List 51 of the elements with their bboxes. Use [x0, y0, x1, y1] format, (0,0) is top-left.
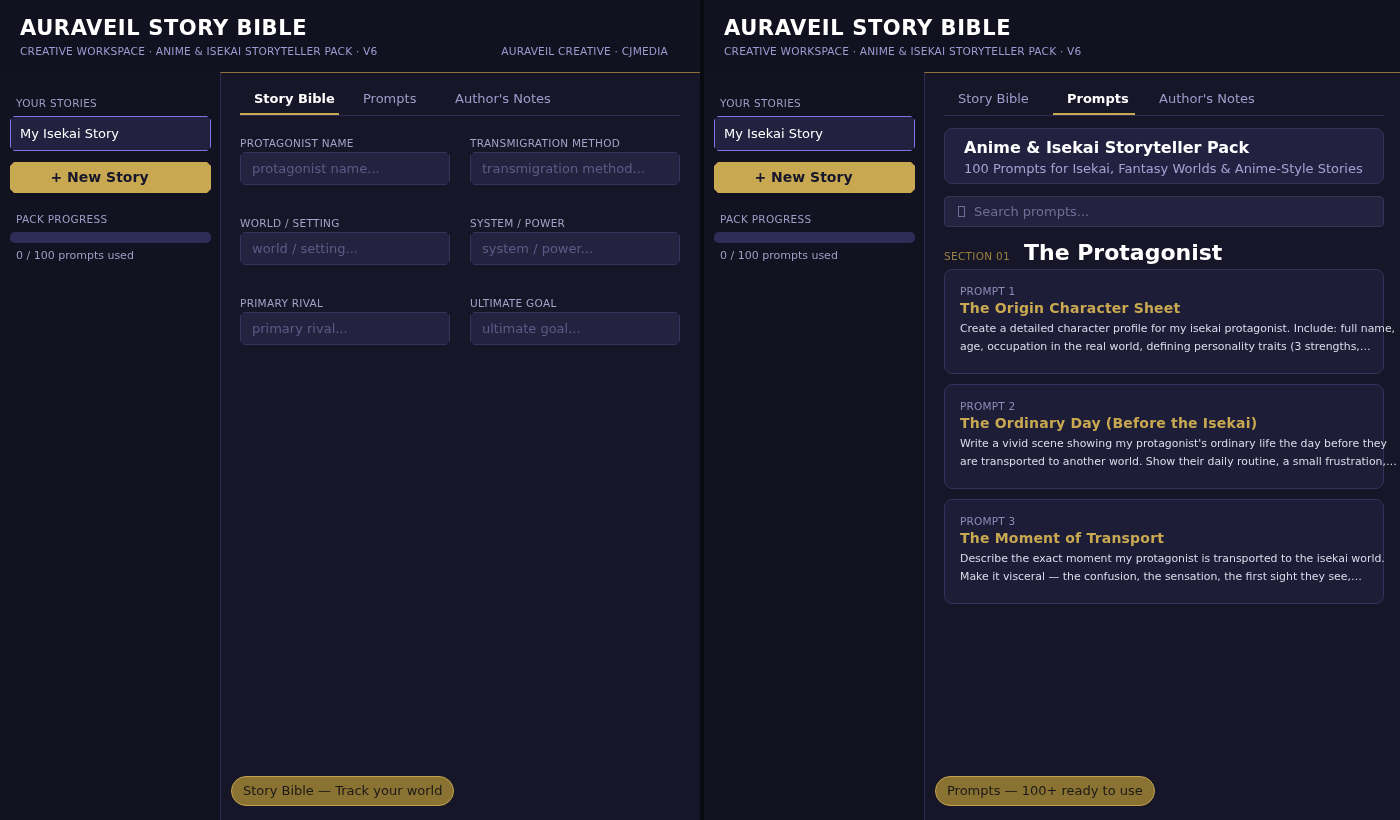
field-label: ULTIMATE GOAL — [470, 297, 558, 309]
text-input[interactable]: primary rival... — [240, 312, 450, 345]
new-story-button[interactable]: + New Story — [714, 162, 915, 193]
story-item[interactable]: My Isekai Story — [10, 116, 211, 151]
field-label: PROTAGONIST NAME — [240, 137, 355, 149]
tab[interactable]: Author's Notes — [1145, 86, 1269, 115]
prompt-text: Create a detailed character profile for my isekai protagonist. Include: full name, age, occupation in the real world, defining personality traits (3 strengths,… — [960, 321, 1397, 355]
text-input[interactable]: transmigration method... — [470, 152, 680, 185]
credit-text: AURAVEIL CREATIVE · CJMEDIA — [501, 45, 668, 58]
caption-badge: Story Bible — Track your world — [231, 776, 455, 806]
text-input[interactable]: world / setting... — [240, 232, 450, 265]
section-label: PACK PROGRESS — [15, 213, 109, 225]
tab[interactable]: Story Bible — [944, 86, 1043, 115]
section-number: SECTION 01 — [944, 249, 1010, 264]
prompt-title: The Ordinary Day (Before the Isekai) — [960, 414, 1259, 433]
text-input[interactable]: system / power... — [470, 232, 680, 265]
field-label: TRANSMIGRATION METHOD — [470, 137, 622, 149]
box-glyph-icon — [958, 206, 965, 217]
section-label: PACK PROGRESS — [719, 213, 813, 225]
app-title: AURAVEIL STORY BIBLE — [20, 15, 309, 41]
caption-badge: Prompts — 100+ ready to use — [935, 776, 1155, 806]
tab[interactable]: Author's Notes — [441, 86, 565, 115]
prompt-text: Write a vivid scene showing my protagonist's ordinary life the day before they are transported to another world. Show their daily routine, a small frustration,… — [960, 436, 1398, 470]
progress-text: 0 / 100 prompts used — [719, 249, 839, 263]
progress-text: 0 / 100 prompts used — [15, 249, 135, 263]
app-subtitle: CREATIVE WORKSPACE · ANIME & ISEKAI STORYTELLER PACK · V6 — [20, 45, 378, 58]
prompt-text: Describe the exact moment my protagonist is transported to the isekai world. Make it visceral — the confusion, the sensation, the first sight they see,… — [960, 551, 1386, 585]
prompt-number: PROMPT 1 — [960, 284, 1017, 298]
tab[interactable]: Prompts — [1053, 86, 1135, 115]
section-title: The Protagonist — [1023, 240, 1223, 266]
new-story-button[interactable]: + New Story — [10, 162, 211, 193]
field-label: PRIMARY RIVAL — [240, 297, 325, 309]
field-label: SYSTEM / POWER — [470, 217, 567, 229]
prompt-title: The Moment of Transport — [960, 529, 1166, 548]
search-field[interactable]: Search prompts... — [944, 196, 1384, 227]
pack-title: Anime & Isekai Storyteller Pack — [964, 138, 1251, 158]
section-label: YOUR STORIES — [15, 97, 99, 109]
app-title: AURAVEIL STORY BIBLE — [724, 15, 1013, 41]
prompt-number: PROMPT 2 — [960, 399, 1017, 413]
text-input[interactable]: ultimate goal... — [470, 312, 680, 345]
field-label: WORLD / SETTING — [240, 217, 341, 229]
prompt-card[interactable]: PROMPT 3 The Moment of Transport Describe the exact moment my protagonist is transported to the isekai world. Make it visceral — the confusion, the sensation, the first sight they see,… — [944, 499, 1384, 604]
app-subtitle: CREATIVE WORKSPACE · ANIME & ISEKAI STORYTELLER PACK · V6 — [724, 45, 1082, 58]
prompt-title: The Origin Character Sheet — [960, 299, 1182, 318]
text-input[interactable]: protagonist name... — [240, 152, 450, 185]
pack-subtitle: 100 Prompts for Isekai, Fantasy Worlds & Anime-Style Stories — [964, 161, 1364, 177]
tab[interactable]: Story Bible — [240, 86, 339, 115]
section-label: YOUR STORIES — [719, 97, 803, 109]
story-item[interactable]: My Isekai Story — [714, 116, 915, 151]
prompt-number: PROMPT 3 — [960, 514, 1017, 528]
tab[interactable]: Prompts — [349, 86, 431, 115]
